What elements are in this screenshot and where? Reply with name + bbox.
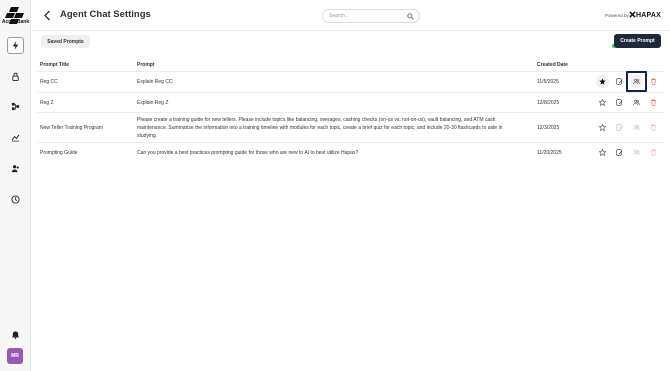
delete-button[interactable]	[647, 75, 660, 88]
share-button[interactable]	[630, 121, 643, 134]
edit-button[interactable]	[613, 121, 626, 134]
powered-by-label: Powered by	[605, 13, 629, 18]
workflow-icon	[11, 102, 20, 111]
back-arrow-icon[interactable]	[43, 10, 52, 21]
delete-button[interactable]	[647, 146, 660, 159]
column-header-prompt[interactable]: Prompt	[137, 62, 155, 68]
edit-button[interactable]	[613, 75, 626, 88]
lightning-icon	[12, 41, 19, 50]
prompt-title-cell: New Teller Training Program	[40, 125, 103, 131]
trash-icon	[651, 124, 656, 131]
created-date-cell: 11/20/2025	[537, 150, 562, 156]
user-avatar[interactable]: MR	[7, 348, 23, 364]
column-header-created-date[interactable]: Created Date	[537, 62, 568, 68]
favorite-button[interactable]	[596, 121, 609, 134]
prompt-text-cell: Explain Reg CC	[137, 79, 173, 85]
prompt-title-cell: Reg CC	[40, 79, 58, 85]
sidebar-item-analytics[interactable]	[7, 129, 24, 146]
header-divider	[37, 71, 664, 72]
focus-highlight	[626, 71, 647, 92]
favorite-button[interactable]	[596, 96, 609, 109]
delete-button[interactable]	[647, 96, 660, 109]
trash-icon	[651, 78, 656, 85]
favorite-button[interactable]	[596, 146, 609, 159]
sidebar-item-security[interactable]	[7, 68, 24, 85]
delete-button[interactable]	[647, 121, 660, 134]
edit-icon	[616, 124, 623, 131]
sidebar-item-workflows[interactable]	[7, 98, 24, 115]
users-share-icon	[633, 124, 640, 131]
edit-button[interactable]	[613, 146, 626, 159]
prompt-text-cell: Can you provide a best practices prompti…	[137, 150, 359, 156]
created-date-cell: 12/8/2025	[537, 100, 560, 106]
trash-icon	[651, 99, 656, 106]
prompt-title-cell: Prompting Guide	[40, 150, 78, 156]
edit-button[interactable]	[613, 96, 626, 109]
bell-icon	[12, 331, 19, 339]
trash-icon	[651, 149, 656, 156]
edit-icon	[616, 149, 623, 156]
tab-saved-prompts[interactable]: Saved Prompts	[41, 35, 90, 48]
sidebar-item-users[interactable]	[7, 160, 24, 177]
star-outline-icon	[599, 124, 606, 131]
hapax-logo-icon	[629, 11, 636, 18]
favorite-button[interactable]	[596, 75, 609, 88]
chart-icon	[11, 134, 20, 142]
hapax-brand: HAPAX	[629, 11, 661, 19]
sidebar: Acme Bank MR	[0, 0, 31, 371]
column-header-prompt-title[interactable]: Prompt Title	[40, 62, 69, 68]
notifications-button[interactable]	[7, 326, 24, 343]
share-button[interactable]	[630, 146, 643, 159]
users-share-icon	[633, 149, 640, 156]
users-icon	[11, 165, 19, 173]
search-input[interactable]: Search...	[322, 9, 420, 23]
users-share-icon	[633, 99, 640, 106]
share-button[interactable]	[630, 96, 643, 109]
prompt-text-cell: Please create a training guide for new t…	[137, 117, 503, 139]
created-date-cell: 11/5/2025	[537, 79, 559, 85]
history-icon	[11, 195, 20, 204]
create-prompt-button[interactable]: Create Prompt	[614, 34, 661, 48]
sidebar-item-agent-chat[interactable]	[7, 37, 24, 54]
prompt-text-cell: Explain Reg Z	[137, 100, 169, 106]
star-filled-icon	[599, 78, 606, 85]
star-outline-icon	[599, 149, 606, 156]
row-divider	[37, 92, 664, 93]
brand-name: HAPAX	[636, 12, 661, 19]
page-header: Agent Chat Settings Search... Powered by…	[31, 0, 670, 31]
row-divider	[37, 112, 664, 113]
star-outline-icon	[599, 99, 606, 106]
page-title: Agent Chat Settings	[60, 9, 151, 20]
row-divider	[37, 142, 664, 143]
logo-text: Acme Bank	[1, 19, 30, 25]
search-placeholder: Search...	[329, 13, 350, 19]
prompt-title-cell: Reg Z	[40, 100, 54, 106]
lock-icon	[12, 72, 19, 81]
sidebar-item-history[interactable]	[7, 191, 24, 208]
edit-icon	[616, 78, 623, 85]
edit-icon	[616, 99, 623, 106]
search-icon[interactable]	[407, 13, 414, 20]
created-date-cell: 12/3/2025	[537, 125, 560, 131]
